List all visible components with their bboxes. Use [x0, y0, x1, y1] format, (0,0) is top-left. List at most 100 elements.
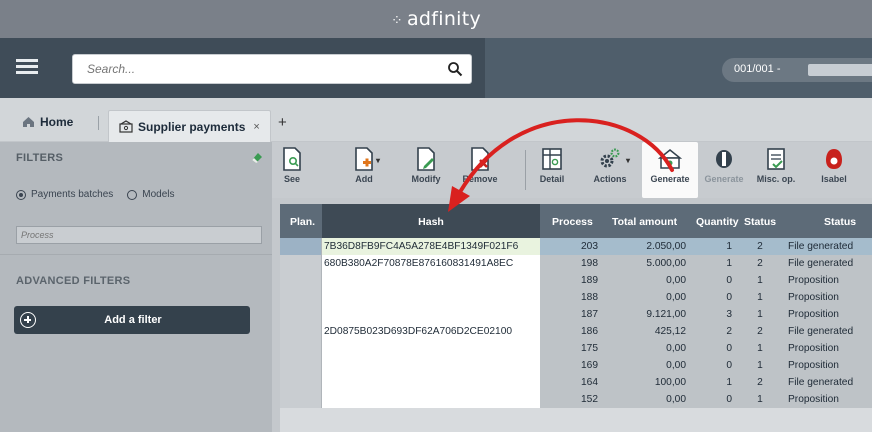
cell-quantity: 1 [692, 238, 740, 255]
radio-payments-batches[interactable] [16, 189, 26, 200]
payments-grid: Plan. Hash Process Total amount Quantity… [280, 204, 872, 432]
table-row[interactable]: 2D0875B023D693DF62A706D2CE02100 186 425,12… [280, 323, 872, 340]
radio-models[interactable] [127, 189, 138, 200]
filters-title: FILTERS [16, 152, 64, 164]
col-amount-header[interactable]: Total amount [612, 204, 694, 238]
brand-logo: ⁘ adfinity [0, 8, 872, 30]
radio-models-label: Models [142, 189, 175, 200]
eraser-icon[interactable] [250, 150, 264, 164]
cell-process: 198 [540, 255, 610, 272]
actions-label: Actions [593, 174, 627, 184]
search-icon[interactable] [447, 61, 463, 77]
add-dropdown-icon[interactable]: ▾ [376, 156, 380, 165]
cell-hash [322, 306, 540, 323]
modify-label: Modify [411, 174, 441, 184]
cell-process: 189 [540, 272, 610, 289]
cell-process: 186 [540, 323, 610, 340]
col-quantity-header[interactable]: Quantity [696, 204, 742, 238]
company-selector[interactable]: 001/001 - [722, 58, 872, 82]
isabel-button[interactable]: Isabel [808, 146, 860, 184]
isabel-icon [826, 149, 842, 169]
radio-payments-batches-label: Payments batches [31, 189, 114, 200]
misc-op-button[interactable]: Misc. op. [750, 146, 802, 184]
cell-amount: 9.121,00 [610, 306, 692, 323]
close-tab-icon[interactable]: × [253, 121, 259, 133]
add-filter-button[interactable]: Add a filter [14, 306, 250, 334]
table-row[interactable]: 187 9.121,00 3 1 Proposition [280, 306, 872, 323]
main-panel: See Add ▾ Modify Remove Detail Actions ▾… [272, 142, 872, 432]
cell-amount: 425,12 [610, 323, 692, 340]
col-plan-header[interactable]: Plan. [280, 204, 322, 238]
cell-quantity: 1 [692, 374, 740, 391]
cell-quantity: 0 [692, 340, 740, 357]
payments-icon [119, 120, 133, 133]
generate-disabled-label: Generate [704, 174, 744, 184]
col-status-header[interactable]: Status [744, 204, 780, 238]
top-bar: 001/001 - [0, 38, 872, 98]
table-row[interactable]: 152 0,00 0 1 Proposition [280, 391, 872, 408]
hamburger-menu-icon[interactable] [16, 56, 38, 78]
tabs-bar: Home Supplier payments × + [0, 98, 872, 142]
table-row[interactable]: 189 0,00 0 1 Proposition [280, 272, 872, 289]
cell-status-text: File generated [780, 238, 872, 255]
col-status-text-header[interactable]: Status [824, 204, 872, 238]
process-filter-input[interactable] [16, 226, 262, 244]
table-row[interactable]: 175 0,00 0 1 Proposition [280, 340, 872, 357]
table-row[interactable]: 164 100,00 1 2 File generated [280, 374, 872, 391]
cell-quantity: 2 [692, 323, 740, 340]
company-name-redacted [808, 64, 872, 76]
table-row[interactable]: 169 0,00 0 1 Proposition [280, 357, 872, 374]
table-row[interactable]: 680B380A2F70878E876160831491A8EC 198 5.000… [280, 255, 872, 272]
actions-button[interactable]: Actions ▾ [584, 146, 636, 184]
add-tab-button[interactable]: + [278, 114, 287, 131]
col-hash-header[interactable]: Hash [322, 204, 540, 238]
cell-status-text: Proposition [780, 340, 872, 357]
filter-type-radios: Payments batches Models [16, 189, 189, 200]
cell-quantity: 0 [692, 391, 740, 408]
detail-button[interactable]: Detail [526, 146, 578, 184]
misc-op-label: Misc. op. [756, 174, 796, 184]
cell-plan [280, 306, 322, 323]
generate-disabled-button[interactable]: Generate [698, 146, 750, 184]
generate-button[interactable]: Generate [644, 146, 696, 184]
cell-status: 1 [740, 340, 780, 357]
table-row[interactable]: 188 0,00 0 1 Proposition [280, 289, 872, 306]
cell-status-text: Proposition [780, 391, 872, 408]
see-button[interactable]: See [266, 146, 318, 184]
actions-dropdown-icon[interactable]: ▾ [626, 156, 630, 165]
cell-hash [322, 272, 540, 289]
cell-process: 188 [540, 289, 610, 306]
cell-status-text: File generated [780, 374, 872, 391]
detail-label: Detail [539, 174, 565, 184]
cell-plan [280, 391, 322, 408]
title-bar: ⁘ adfinity [0, 0, 872, 38]
cell-hash [322, 340, 540, 357]
cell-process: 187 [540, 306, 610, 323]
cell-amount: 0,00 [610, 289, 692, 306]
tab-home[interactable]: Home [22, 110, 73, 134]
cell-hash: 680B380A2F70878E876160831491A8EC [322, 255, 540, 272]
cell-status-text: Proposition [780, 272, 872, 289]
cell-status: 2 [740, 238, 780, 255]
filters-sidebar: FILTERS Payments batches Models ADVANCED… [0, 142, 272, 432]
cell-quantity: 0 [692, 357, 740, 374]
cell-status: 1 [740, 289, 780, 306]
cell-amount: 0,00 [610, 357, 692, 374]
search-input[interactable] [73, 55, 433, 83]
logo-dots-icon: ⁘ [390, 13, 403, 29]
see-icon [283, 147, 301, 171]
col-process-header[interactable]: Process [542, 204, 610, 238]
add-button[interactable]: Add ▾ [338, 146, 390, 184]
cell-status: 1 [740, 357, 780, 374]
cell-quantity: 3 [692, 306, 740, 323]
tab-home-label: Home [40, 115, 74, 129]
tab-supplier-payments[interactable]: Supplier payments × [108, 110, 271, 142]
toolbar: See Add ▾ Modify Remove Detail Actions ▾… [272, 142, 872, 198]
modify-button[interactable]: Modify [400, 146, 452, 184]
generate-label: Generate [650, 174, 690, 184]
table-row[interactable]: 7B36D8FB9FC4A5A278E4BF1349F021F6 203 2.050… [280, 238, 872, 255]
remove-button[interactable]: Remove [454, 146, 506, 184]
misc-op-icon [767, 148, 785, 170]
cell-process: 164 [540, 374, 610, 391]
cell-hash: 2D0875B023D693DF62A706D2CE02100 [322, 323, 540, 340]
